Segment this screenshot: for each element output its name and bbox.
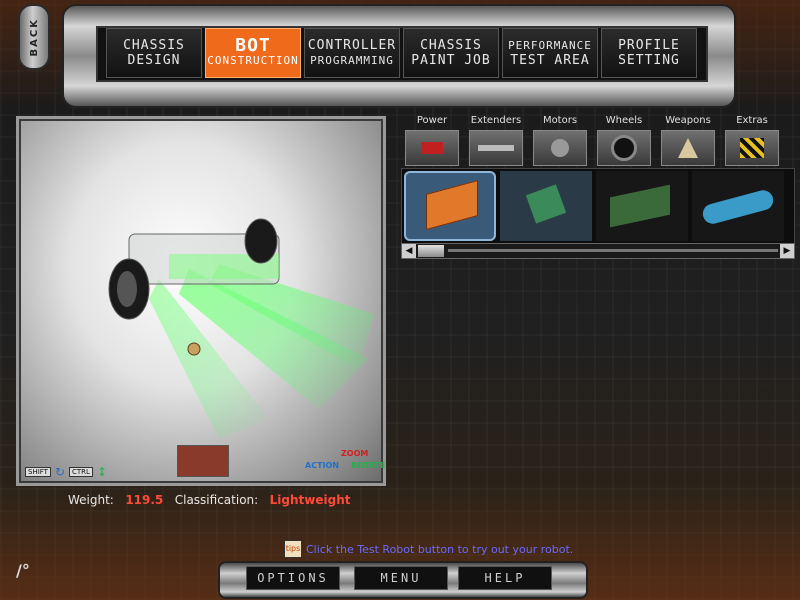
- tab-label-line2: PAINT JOB: [411, 53, 491, 68]
- action-label: ACTION: [305, 461, 339, 470]
- classification-value: Lightweight: [269, 493, 351, 507]
- robot-3d-viewport[interactable]: SHIFT ↻ CTRL ↕ ZOOM ACTION ROTATE: [16, 116, 386, 486]
- back-button-label: BACK: [28, 17, 40, 57]
- menu-button[interactable]: MENU: [354, 566, 448, 590]
- gallery-scrollbar[interactable]: ◀ ▶: [401, 243, 795, 259]
- vertical-arrow-icon: ↕: [96, 465, 108, 479]
- weapon-icon: [661, 130, 715, 166]
- category-label: Extras: [736, 115, 768, 126]
- part-item-blue-canister[interactable]: [692, 171, 784, 241]
- rotate-arrow-icon: ↻: [54, 465, 66, 479]
- category-extenders[interactable]: Extenders: [466, 114, 526, 166]
- gear-part: [187, 342, 201, 356]
- tab-label-line1: BOT: [235, 35, 271, 56]
- tab-performance-test-area[interactable]: PERFORMANCE TEST AREA: [502, 28, 598, 78]
- tab-label-line2: PROGRAMMING: [310, 54, 394, 67]
- tab-label-line2: SETTING: [618, 53, 680, 68]
- category-wheels[interactable]: Wheels: [594, 114, 654, 166]
- shift-key: SHIFT: [25, 467, 51, 477]
- battery-icon: [405, 130, 459, 166]
- wheel-icon: [597, 130, 651, 166]
- scrollbar-track: [448, 249, 778, 252]
- ctrl-key: CTRL: [69, 467, 93, 477]
- category-label: Wheels: [605, 115, 643, 126]
- wheel-right: [244, 218, 278, 264]
- scroll-left-icon[interactable]: ◀: [402, 244, 416, 258]
- tip-bar: tips Click the Test Robot button to try …: [284, 540, 573, 558]
- robot-model: [108, 218, 374, 439]
- classification-label: Classification:: [174, 493, 259, 507]
- tab-label-line2: TEST AREA: [510, 53, 590, 68]
- selected-part-thumbnail: [177, 445, 229, 477]
- options-button[interactable]: OPTIONS: [246, 566, 340, 590]
- category-label: Extenders: [470, 115, 522, 126]
- part-category-bar: Power Extenders Motors Wheels Weapons Ex…: [402, 114, 790, 166]
- tab-label-line1: CHASSIS: [123, 38, 185, 53]
- tip-text: Click the Test Robot button to try out y…: [306, 542, 574, 556]
- part-gallery: [401, 168, 795, 244]
- tab-label-line2: DESIGN: [127, 53, 181, 68]
- category-label: Motors: [542, 115, 578, 126]
- tab-chassis-paint-job[interactable]: CHASSIS PAINT JOB: [403, 28, 499, 78]
- tab-label-line1: PROFILE: [618, 38, 680, 53]
- tips-icon: tips: [284, 540, 302, 558]
- tab-profile-setting[interactable]: PROFILE SETTING: [601, 28, 697, 78]
- zoom-label: ZOOM: [341, 449, 369, 458]
- category-motors[interactable]: Motors: [530, 114, 590, 166]
- category-label: Weapons: [665, 115, 711, 126]
- weight-value: 119.5: [125, 493, 164, 507]
- wheel-hub: [117, 271, 137, 307]
- category-weapons[interactable]: Weapons: [658, 114, 718, 166]
- tab-chassis-design[interactable]: CHASSIS DESIGN: [106, 28, 202, 78]
- back-button[interactable]: BACK: [18, 4, 50, 70]
- part-item-green-controller-board[interactable]: [596, 171, 688, 241]
- tab-bot-construction[interactable]: BOT CONSTRUCTION: [205, 28, 301, 78]
- tab-label-line1: CONTROLLER: [307, 38, 397, 53]
- rotate-label: ROTATE: [351, 461, 386, 470]
- scroll-right-icon[interactable]: ▶: [780, 244, 794, 258]
- category-power[interactable]: Power: [402, 114, 462, 166]
- scrollbar-thumb[interactable]: [418, 245, 444, 257]
- category-label: Power: [416, 115, 448, 126]
- tab-controller-programming[interactable]: CONTROLLER PROGRAMMING: [304, 28, 400, 78]
- view-key-hints: SHIFT ↻ CTRL ↕: [25, 465, 107, 479]
- help-button[interactable]: HELP: [458, 566, 552, 590]
- weight-label: Weight:: [68, 493, 114, 507]
- extender-bar-icon: [469, 130, 523, 166]
- tab-label-line1: PERFORMANCE: [508, 39, 592, 52]
- mouse-control-legend: ZOOM ACTION ROTATE: [305, 449, 385, 475]
- logo-icon: /°: [16, 561, 30, 580]
- tab-label-line2: CONSTRUCTION: [207, 54, 299, 67]
- robot-stats: Weight: 119.5 Classification: Lightweigh…: [68, 493, 350, 507]
- part-item-green-circuit-board[interactable]: [500, 171, 592, 241]
- hazard-icon: [725, 130, 779, 166]
- motor-icon: [533, 130, 587, 166]
- tab-label-line1: CHASSIS: [420, 38, 482, 53]
- category-extras[interactable]: Extras: [722, 114, 782, 166]
- part-item-orange-circuit-board[interactable]: [404, 171, 496, 241]
